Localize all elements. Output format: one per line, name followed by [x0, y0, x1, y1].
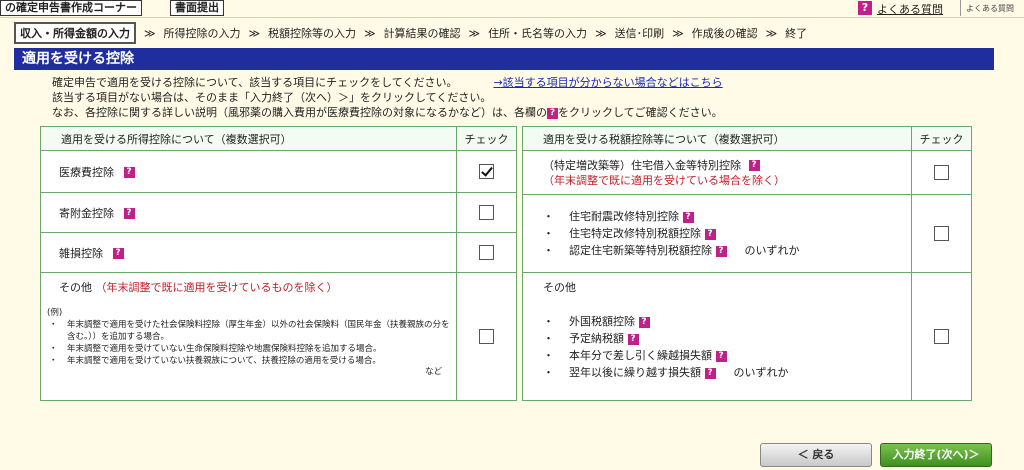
step-arrow: ≫ [765, 26, 778, 40]
table-row: その他 （年末調整で既に適用を受けているものを除く） (例) 年末調整で適用を受… [39, 272, 517, 401]
donation-deduction-label: 寄附金控除 [59, 206, 114, 220]
tax-credit-table: 適用を受ける税額控除等について（複数選択可） チェック （特定増改築等）住宅借入… [521, 126, 972, 401]
help-icon[interactable]: ? [123, 208, 135, 219]
step-income: 収入・所得金額の入力 [14, 22, 136, 44]
step-arrow: ≫ [248, 26, 261, 40]
donation-deduction-checkbox[interactable] [479, 205, 495, 220]
table-row: その他 外国税額控除 ? 予定納税額 ? 本年分で差し引く繰越損失額 ? 翌年以… [521, 272, 972, 401]
help-link[interactable]: →該当する項目が分からない場合などはこちら [493, 76, 722, 89]
list-item: 住宅耐震改修特別控除 ? [543, 208, 911, 225]
step-arrow: ≫ [144, 26, 156, 40]
list-item: 外国税額控除 ? [543, 313, 905, 330]
donation-deduction-cell: 寄附金控除 ? [39, 192, 458, 233]
step-tax-credit: 税額控除等の入力 [268, 27, 357, 40]
table-row: （特定増改築等）住宅借入金等特別控除 ? （年末調整で既に適用を受けている場合を… [521, 150, 972, 195]
medical-deduction-cell: 医療費控除 ? [39, 150, 458, 193]
table-row: 住宅耐震改修特別控除 ? 住宅特定改修特別税額控除 ? 認定住宅新築等特別税額控… [521, 194, 972, 273]
renovation-credit-list: 住宅耐震改修特別控除 ? 住宅特定改修特別税額控除 ? 認定住宅新築等特別税額控… [543, 208, 911, 259]
step-address: 住所・氏名等の入力 [488, 27, 588, 40]
housing-loan-note: （年末調整で既に適用を受けている場合を除く） [543, 173, 785, 187]
help-icon[interactable]: ? [715, 245, 727, 257]
instruction-line-1: 確定申告で適用を受ける控除について、該当する項目にチェックをしてください。 [52, 76, 458, 89]
tax-credit-header: 適用を受ける税額控除等について（複数選択可） [521, 126, 913, 151]
step-calc-result: 計算結果の確認 [383, 27, 461, 40]
list-item: 住宅特定改修特別税額控除 ? [543, 225, 911, 242]
renovation-credit-checkbox[interactable] [934, 226, 950, 241]
housing-loan-checkbox[interactable] [934, 165, 950, 180]
medical-deduction-checkbox[interactable] [479, 164, 495, 179]
step-end: 終了 [785, 27, 808, 40]
app-title: の確定申告書作成コーナー [0, 0, 142, 16]
check-column-header: チェック [456, 126, 517, 151]
other-tax-credit-list: 外国税額控除 ? 予定納税額 ? 本年分で差し引く繰越損失額 ? 翌年以後に繰り… [543, 313, 905, 381]
list-item: 本年分で差し引く繰越損失額 ? [543, 347, 905, 364]
paper-submit-button[interactable]: 書面提出 [170, 0, 224, 16]
back-button[interactable]: ＜ 戻る [760, 443, 872, 467]
list-item: 年末調整で適用を受けていない生命保険料控除や地震保険料控除を追加する場合。 [47, 343, 450, 355]
table-row: 医療費控除 ? [39, 150, 517, 193]
help-icon[interactable]: ? [858, 1, 872, 15]
list-item: 予定納税額 ? [543, 330, 905, 347]
list-item: 年末調整で適用を受けていない扶養親族について、扶養控除の適用を受ける場合。 [47, 355, 450, 367]
help-icon[interactable]: ? [682, 211, 694, 223]
list-item: 年末調整で適用を受けた社会保険料控除（厚生年金）以外の社会保険料（国民年金（扶養… [47, 319, 450, 343]
housing-loan-label: （特定増改築等）住宅借入金等特別控除 [543, 158, 741, 172]
help-icon[interactable]: ? [704, 228, 716, 240]
help-icon[interactable]: ? [112, 248, 124, 259]
step-post-check: 作成後の確認 [691, 27, 758, 40]
step-arrow: ≫ [364, 26, 376, 40]
list-item: 翌年以後に繰り越す損失額 ?のいずれか [543, 364, 905, 381]
help-icon[interactable]: ? [123, 167, 135, 178]
help-icon[interactable]: ? [704, 367, 716, 379]
medical-deduction-label: 医療費控除 [59, 165, 114, 179]
list-item: 認定住宅新築等特別税額控除 ?のいずれか [543, 242, 911, 259]
help-icon[interactable]: ? [627, 333, 639, 345]
check-column-header: チェック [911, 126, 972, 151]
renovation-suffix: のいずれか [744, 244, 800, 257]
table-row: 寄附金控除 ? [39, 192, 517, 233]
help-icon[interactable]: ? [715, 350, 727, 362]
faq-link[interactable]: よくある質問 [877, 1, 943, 17]
renovation-credit-cell: 住宅耐震改修特別控除 ? 住宅特定改修特別税額控除 ? 認定住宅新築等特別税額控… [521, 194, 913, 273]
examples-suffix: など [425, 367, 443, 377]
table-row: 雑損控除 ? [39, 232, 517, 273]
housing-loan-cell: （特定増改築等）住宅借入金等特別控除 ? （年末調整で既に適用を受けている場合を… [521, 150, 913, 195]
instruction-line-3a: なお、各控除に関する詳しい説明（風邪薬の購入費用が医療費控除の対象になるかなど）… [52, 106, 547, 119]
faq-link-secondary[interactable]: よくある質問 [966, 3, 1014, 14]
help-icon: ? [547, 107, 558, 119]
income-deduction-table: 適用を受ける所得控除について（複数選択可） チェック 医療費控除 ? 寄附金控除… [39, 126, 517, 401]
other-tax-credit-checkbox[interactable] [934, 329, 950, 344]
help-icon[interactable]: ? [748, 160, 760, 171]
step-send-print: 送信･印刷 [614, 27, 665, 40]
instruction-line-2: 該当する項目がない場合は、そのまま「入力終了（次へ）＞」をクリックしてください。 [52, 91, 492, 104]
other-tax-credit-cell: その他 外国税額控除 ? 予定納税額 ? 本年分で差し引く繰越損失額 ? 翌年以… [521, 272, 913, 401]
other-income-deduction-checkbox[interactable] [479, 329, 495, 344]
step-arrow: ≫ [595, 26, 607, 40]
instructions: 確定申告で適用を受ける控除について、該当する項目にチェックをしてください。 →該当… [52, 75, 982, 120]
example-list: 年末調整で適用を受けた社会保険料控除（厚生年金）以外の社会保険料（国民年金（扶養… [47, 319, 450, 367]
other-label: その他 [543, 281, 576, 294]
casualty-deduction-checkbox[interactable] [479, 245, 495, 260]
divider [960, 0, 961, 16]
step-income-deduction: 所得控除の入力 [163, 27, 241, 40]
other-label: その他 [59, 281, 92, 294]
other-note: （年末調整で既に適用を受けているものを除く） [95, 281, 338, 294]
other-income-deduction-cell: その他 （年末調整で既に適用を受けているものを除く） (例) 年末調整で適用を受… [39, 272, 458, 401]
example-label: (例) [47, 308, 63, 318]
income-deduction-header: 適用を受ける所得控除について（複数選択可） [39, 126, 458, 151]
top-bar: の確定申告書作成コーナー 書面提出 ? よくある質問 よくある質問 [0, 0, 1024, 18]
instruction-line-3b: をクリックしてご確認ください。 [558, 106, 723, 119]
casualty-deduction-cell: 雑損控除 ? [39, 232, 458, 273]
step-arrow: ≫ [468, 26, 481, 40]
step-navigation: 収入・所得金額の入力 ≫ 所得控除の入力 ≫ 税額控除等の入力 ≫ 計算結果の確… [14, 22, 1010, 44]
other-suffix: のいずれか [733, 366, 789, 379]
step-arrow: ≫ [672, 26, 684, 40]
page-title: 適用を受ける控除 [14, 48, 994, 70]
help-icon[interactable]: ? [638, 316, 650, 328]
finish-input-button[interactable]: 入力終了(次へ)＞ [880, 443, 992, 467]
casualty-deduction-label: 雑損控除 [59, 246, 103, 260]
